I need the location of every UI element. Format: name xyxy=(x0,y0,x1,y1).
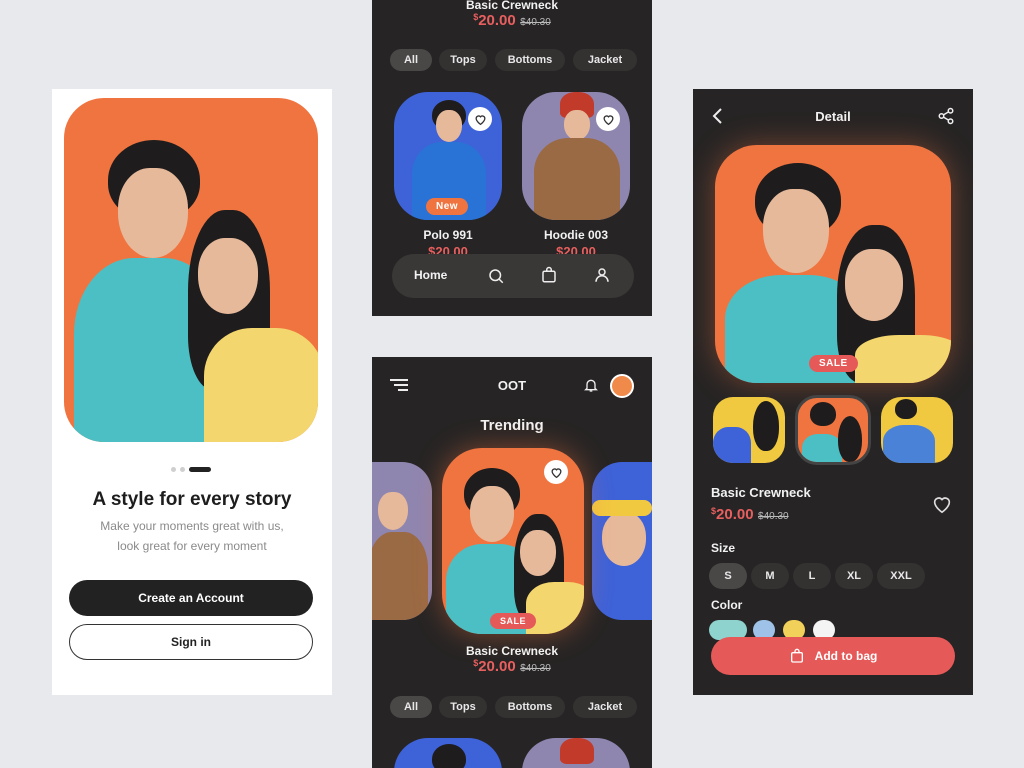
favorite-button[interactable] xyxy=(596,107,620,131)
search-icon[interactable] xyxy=(487,267,505,285)
price-row: $20.00 $40.30 xyxy=(372,12,652,30)
heart-icon xyxy=(603,114,613,125)
create-account-button[interactable]: Create an Account xyxy=(69,580,313,616)
filter-chip-jacket[interactable]: Jacket xyxy=(573,696,637,718)
add-to-bag-button[interactable]: Add to bag xyxy=(711,637,955,675)
product-title: Basic Crewneck xyxy=(465,0,559,12)
onboarding-subtitle-line1: Make your moments great with us, xyxy=(100,519,284,533)
section-title: Trending xyxy=(480,417,544,434)
nav-home[interactable]: Home xyxy=(414,268,447,282)
favorite-button[interactable] xyxy=(468,107,492,131)
featured-name: Basic Crewneck xyxy=(465,644,559,658)
carousel-prev-card[interactable] xyxy=(372,462,432,620)
heart-icon xyxy=(475,114,485,125)
filter-chip-all[interactable]: All xyxy=(390,696,432,718)
product-main-photo xyxy=(715,145,951,383)
hero-photo xyxy=(64,98,318,442)
filter-chip-jacket[interactable]: Jacket xyxy=(573,49,637,71)
sale-badge: SALE xyxy=(809,355,858,372)
product-card-partial[interactable] xyxy=(522,738,630,768)
size-option-l[interactable]: L xyxy=(793,563,831,589)
bottom-nav: Home xyxy=(392,254,634,298)
price-value: 20.00 xyxy=(478,12,516,29)
filter-chip-tops[interactable]: Tops xyxy=(439,49,487,71)
old-price: $40.30 xyxy=(520,663,551,674)
sign-in-button[interactable]: Sign in xyxy=(69,624,313,660)
pager-dot-active[interactable] xyxy=(189,467,211,472)
price-row: $20.00 $40.30 xyxy=(711,506,789,524)
product-name: Hoodie 003 xyxy=(543,228,609,242)
header-title: Detail xyxy=(815,109,851,124)
product-card-partial[interactable] xyxy=(394,738,502,768)
size-option-xl[interactable]: XL xyxy=(835,563,873,589)
onboarding-screen: A style for every story Make your moment… xyxy=(52,89,332,695)
pager-dot[interactable] xyxy=(180,467,185,472)
sale-badge: SALE xyxy=(490,613,537,629)
share-icon[interactable] xyxy=(937,107,955,125)
thumbnail[interactable] xyxy=(713,397,785,463)
heart-icon[interactable] xyxy=(931,493,953,515)
heart-icon xyxy=(551,467,561,478)
new-badge: New xyxy=(426,198,469,215)
size-label: Size xyxy=(711,541,736,555)
filter-chip-bottoms[interactable]: Bottoms xyxy=(495,49,565,71)
bag-icon xyxy=(790,648,803,663)
avatar[interactable] xyxy=(610,374,634,398)
product-name: Basic Crewneck xyxy=(711,485,811,500)
filter-chip-tops[interactable]: Tops xyxy=(439,696,487,718)
size-option-s[interactable]: S xyxy=(709,563,747,589)
bag-icon[interactable] xyxy=(540,266,558,284)
favorite-button[interactable] xyxy=(544,460,568,484)
onboarding-headline: A style for every story xyxy=(92,489,292,510)
old-price: $40.30 xyxy=(520,17,551,28)
color-label: Color xyxy=(711,598,743,612)
old-price: $40.30 xyxy=(758,511,789,522)
catalog-screen: Basic Crewneck $20.00 $40.30 All Tops Bo… xyxy=(372,0,652,316)
price-value: 20.00 xyxy=(716,506,754,523)
thumbnail-selected[interactable] xyxy=(795,395,871,465)
filter-chip-all[interactable]: All xyxy=(390,49,432,71)
filter-chip-bottoms[interactable]: Bottoms xyxy=(495,696,565,718)
bell-icon[interactable] xyxy=(583,376,599,394)
size-option-m[interactable]: M xyxy=(751,563,789,589)
pager-dots xyxy=(171,467,211,472)
add-to-bag-label: Add to bag xyxy=(814,649,878,663)
featured-price-row: $20.00 $40.30 xyxy=(372,658,652,676)
price-value: 20.00 xyxy=(478,658,516,675)
carousel-next-card[interactable] xyxy=(592,462,652,620)
onboarding-subtitle-line2: look great for every moment xyxy=(117,539,267,553)
size-option-xxl[interactable]: XXL xyxy=(877,563,925,589)
product-name: Polo 991 xyxy=(423,228,473,242)
trending-screen: OOT Trending SALE Basic Crewneck $20.00 … xyxy=(372,357,652,768)
user-icon[interactable] xyxy=(593,266,611,284)
thumbnail[interactable] xyxy=(881,397,953,463)
pager-dot[interactable] xyxy=(171,467,176,472)
detail-screen: Detail SALE Basic Crewneck $20.00 $40.30… xyxy=(693,89,973,695)
